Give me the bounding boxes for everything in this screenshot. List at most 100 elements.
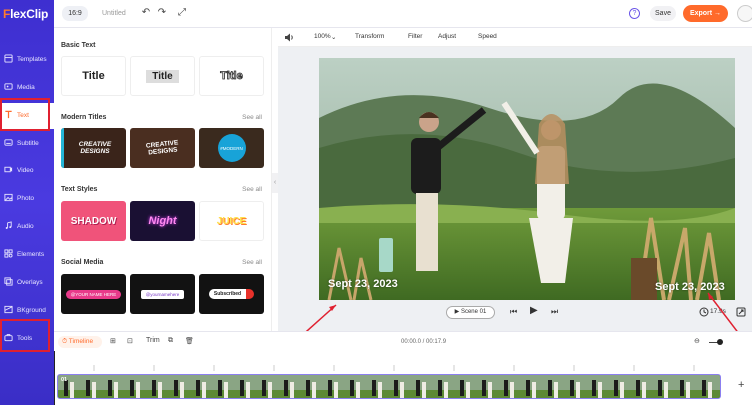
redo-icon[interactable]: ↷ — [156, 7, 168, 19]
sidebar-item-label: Templates — [17, 56, 47, 63]
aspect-ratio-button[interactable]: 16:9 — [62, 6, 88, 21]
zoom-select[interactable]: 100% — [314, 33, 331, 40]
timeline-track-area: 01 + — [54, 351, 752, 405]
help-icon[interactable]: ? — [629, 8, 640, 19]
sidebar-item-templates[interactable]: Templates — [0, 47, 54, 73]
highlight-tools-box — [0, 319, 50, 352]
video-clip[interactable]: 01 — [57, 374, 721, 399]
sidebar-item-label: Audio — [17, 223, 34, 230]
playhead[interactable] — [54, 351, 55, 405]
volume-icon[interactable] — [284, 32, 295, 43]
delete-icon[interactable]: 🗑 — [185, 337, 194, 345]
subtitle-icon — [4, 139, 13, 146]
add-scene-icon[interactable]: ⊞ — [110, 337, 116, 345]
export-button[interactable]: Export → — [683, 5, 728, 22]
timeline-tab[interactable]: ⏱ Timeline — [58, 336, 102, 348]
timeline-ruler — [93, 365, 695, 371]
card-label-wrap: Subscribed — [199, 274, 264, 314]
section-title-social-media: Social Media — [61, 259, 104, 266]
card-label: Title — [220, 70, 243, 83]
sidebar-item-label: Video — [17, 167, 34, 174]
card-label-wrap: @yournamehere — [130, 274, 195, 314]
adjust-button[interactable]: Adjust — [438, 33, 456, 40]
sidebar-item-label: Subtitle — [17, 140, 39, 147]
preview-stage: Sept 23, 2023 Sept 23, 2023 ▶ Scene 01 ⏮… — [278, 47, 752, 331]
text-panel: Basic Text Title Title Title Modern Titl… — [54, 28, 272, 331]
card-label: Subscribed — [208, 289, 255, 299]
sidebar-item-photo[interactable]: Photo — [0, 186, 54, 212]
app-logo: FlexClip — [3, 7, 49, 21]
highlight-text-box — [0, 98, 50, 131]
card-label: JUICE — [216, 215, 247, 227]
card-label: SHADOW — [70, 215, 117, 227]
modern-title-card-1[interactable]: CREATIVE DESIGNS — [61, 128, 126, 168]
basic-text-card-2[interactable]: Title — [130, 56, 195, 96]
transform-button[interactable]: Transform — [355, 33, 384, 40]
social-card-3[interactable]: Subscribed — [199, 274, 264, 314]
card-label: @YOUR NAME HERE — [65, 289, 122, 299]
sidebar-item-label: Media — [17, 84, 35, 91]
social-card-2[interactable]: @yournamehere — [130, 274, 195, 314]
record-icon[interactable]: ⊡ — [127, 337, 133, 345]
speed-button[interactable]: Speed — [478, 33, 497, 40]
photo-icon — [4, 193, 13, 202]
card-label: CREATIVE DESIGNS — [61, 128, 126, 168]
card-label: Night — [148, 215, 177, 227]
chevron-down-icon[interactable]: ⌄ — [331, 33, 336, 41]
background-icon — [4, 305, 13, 314]
duplicate-icon[interactable]: ⧉ — [168, 337, 173, 345]
fullscreen-icon[interactable]: ⤢ — [176, 7, 188, 19]
social-card-1[interactable]: @YOUR NAME HERE — [61, 274, 126, 314]
section-title-text-styles: Text Styles — [61, 186, 98, 193]
add-clip-button[interactable]: + — [738, 379, 744, 391]
modern-title-card-2[interactable]: CREATIVE DESIGNS — [130, 128, 195, 168]
zoom-slider-handle[interactable] — [717, 339, 723, 345]
project-title[interactable]: Untitled — [102, 10, 126, 17]
card-label: @yournamehere — [140, 289, 185, 299]
sidebar-item-video[interactable]: Video — [0, 158, 54, 184]
basic-text-card-1[interactable]: Title — [61, 56, 126, 96]
audio-icon — [5, 221, 12, 230]
text-style-card-night[interactable]: Night — [130, 201, 195, 241]
sidebar-item-label: Photo — [17, 195, 34, 202]
basic-text-card-3[interactable]: Title — [199, 56, 264, 96]
card-label: CREATIVE DESIGNS — [145, 139, 179, 157]
templates-icon — [4, 54, 13, 63]
clip-number: 01 — [61, 377, 68, 383]
video-icon — [4, 166, 13, 173]
logo-text: lexClip — [10, 7, 49, 21]
sidebar-item-label: Overlays — [17, 279, 43, 286]
sidebar-item-overlays[interactable]: Overlays — [0, 270, 54, 296]
card-label-wrap: #MODERN — [199, 128, 264, 168]
save-button[interactable]: Save — [650, 6, 676, 21]
avatar[interactable] — [737, 5, 752, 22]
section-title-modern-titles: Modern Titles — [61, 114, 107, 121]
see-all-link-social[interactable]: See all — [242, 259, 262, 266]
media-icon — [4, 83, 13, 90]
annotation-arrows — [305, 292, 738, 331]
zoom-out-icon[interactable]: ⊖ — [694, 337, 700, 345]
sidebar-item-label: BKground — [17, 307, 46, 314]
card-label-wrap: Title — [131, 57, 194, 95]
card-label: #MODERN — [217, 134, 246, 162]
canvas-toolbar: 100% ⌄ Transform Filter Adjust Speed — [278, 28, 752, 47]
sidebar-item-audio[interactable]: Audio — [0, 214, 54, 240]
modern-title-card-3[interactable]: #MODERN — [199, 128, 264, 168]
card-label-wrap: @YOUR NAME HERE — [61, 274, 126, 314]
sidebar-item-elements[interactable]: Elements — [0, 242, 54, 268]
text-style-card-juice[interactable]: JUICE — [199, 201, 264, 241]
timeline-toolbar: ⏱ Timeline ⊞ ⊡ Trim ⧉ 🗑 00:00.0 / 00:17.… — [54, 331, 752, 351]
section-title-basic-text: Basic Text — [61, 42, 96, 49]
sidebar-item-subtitle[interactable]: Subtitle — [0, 131, 54, 157]
text-style-card-shadow[interactable]: SHADOW — [61, 201, 126, 241]
trim-button[interactable]: Trim — [146, 337, 160, 344]
see-all-link-modern[interactable]: See all — [242, 114, 262, 121]
timeline-time: 00:00.0 / 00:17.9 — [401, 339, 447, 345]
top-bar: 16:9 Untitled ↶ ↷ ⤢ ? Save Export → — [54, 0, 752, 28]
see-all-link-styles[interactable]: See all — [242, 186, 262, 193]
overlays-icon — [4, 277, 13, 286]
undo-icon[interactable]: ↶ — [140, 7, 152, 19]
timeline-label: Timeline — [68, 338, 94, 345]
filter-button[interactable]: Filter — [408, 33, 422, 40]
card-label: Title — [146, 69, 179, 83]
